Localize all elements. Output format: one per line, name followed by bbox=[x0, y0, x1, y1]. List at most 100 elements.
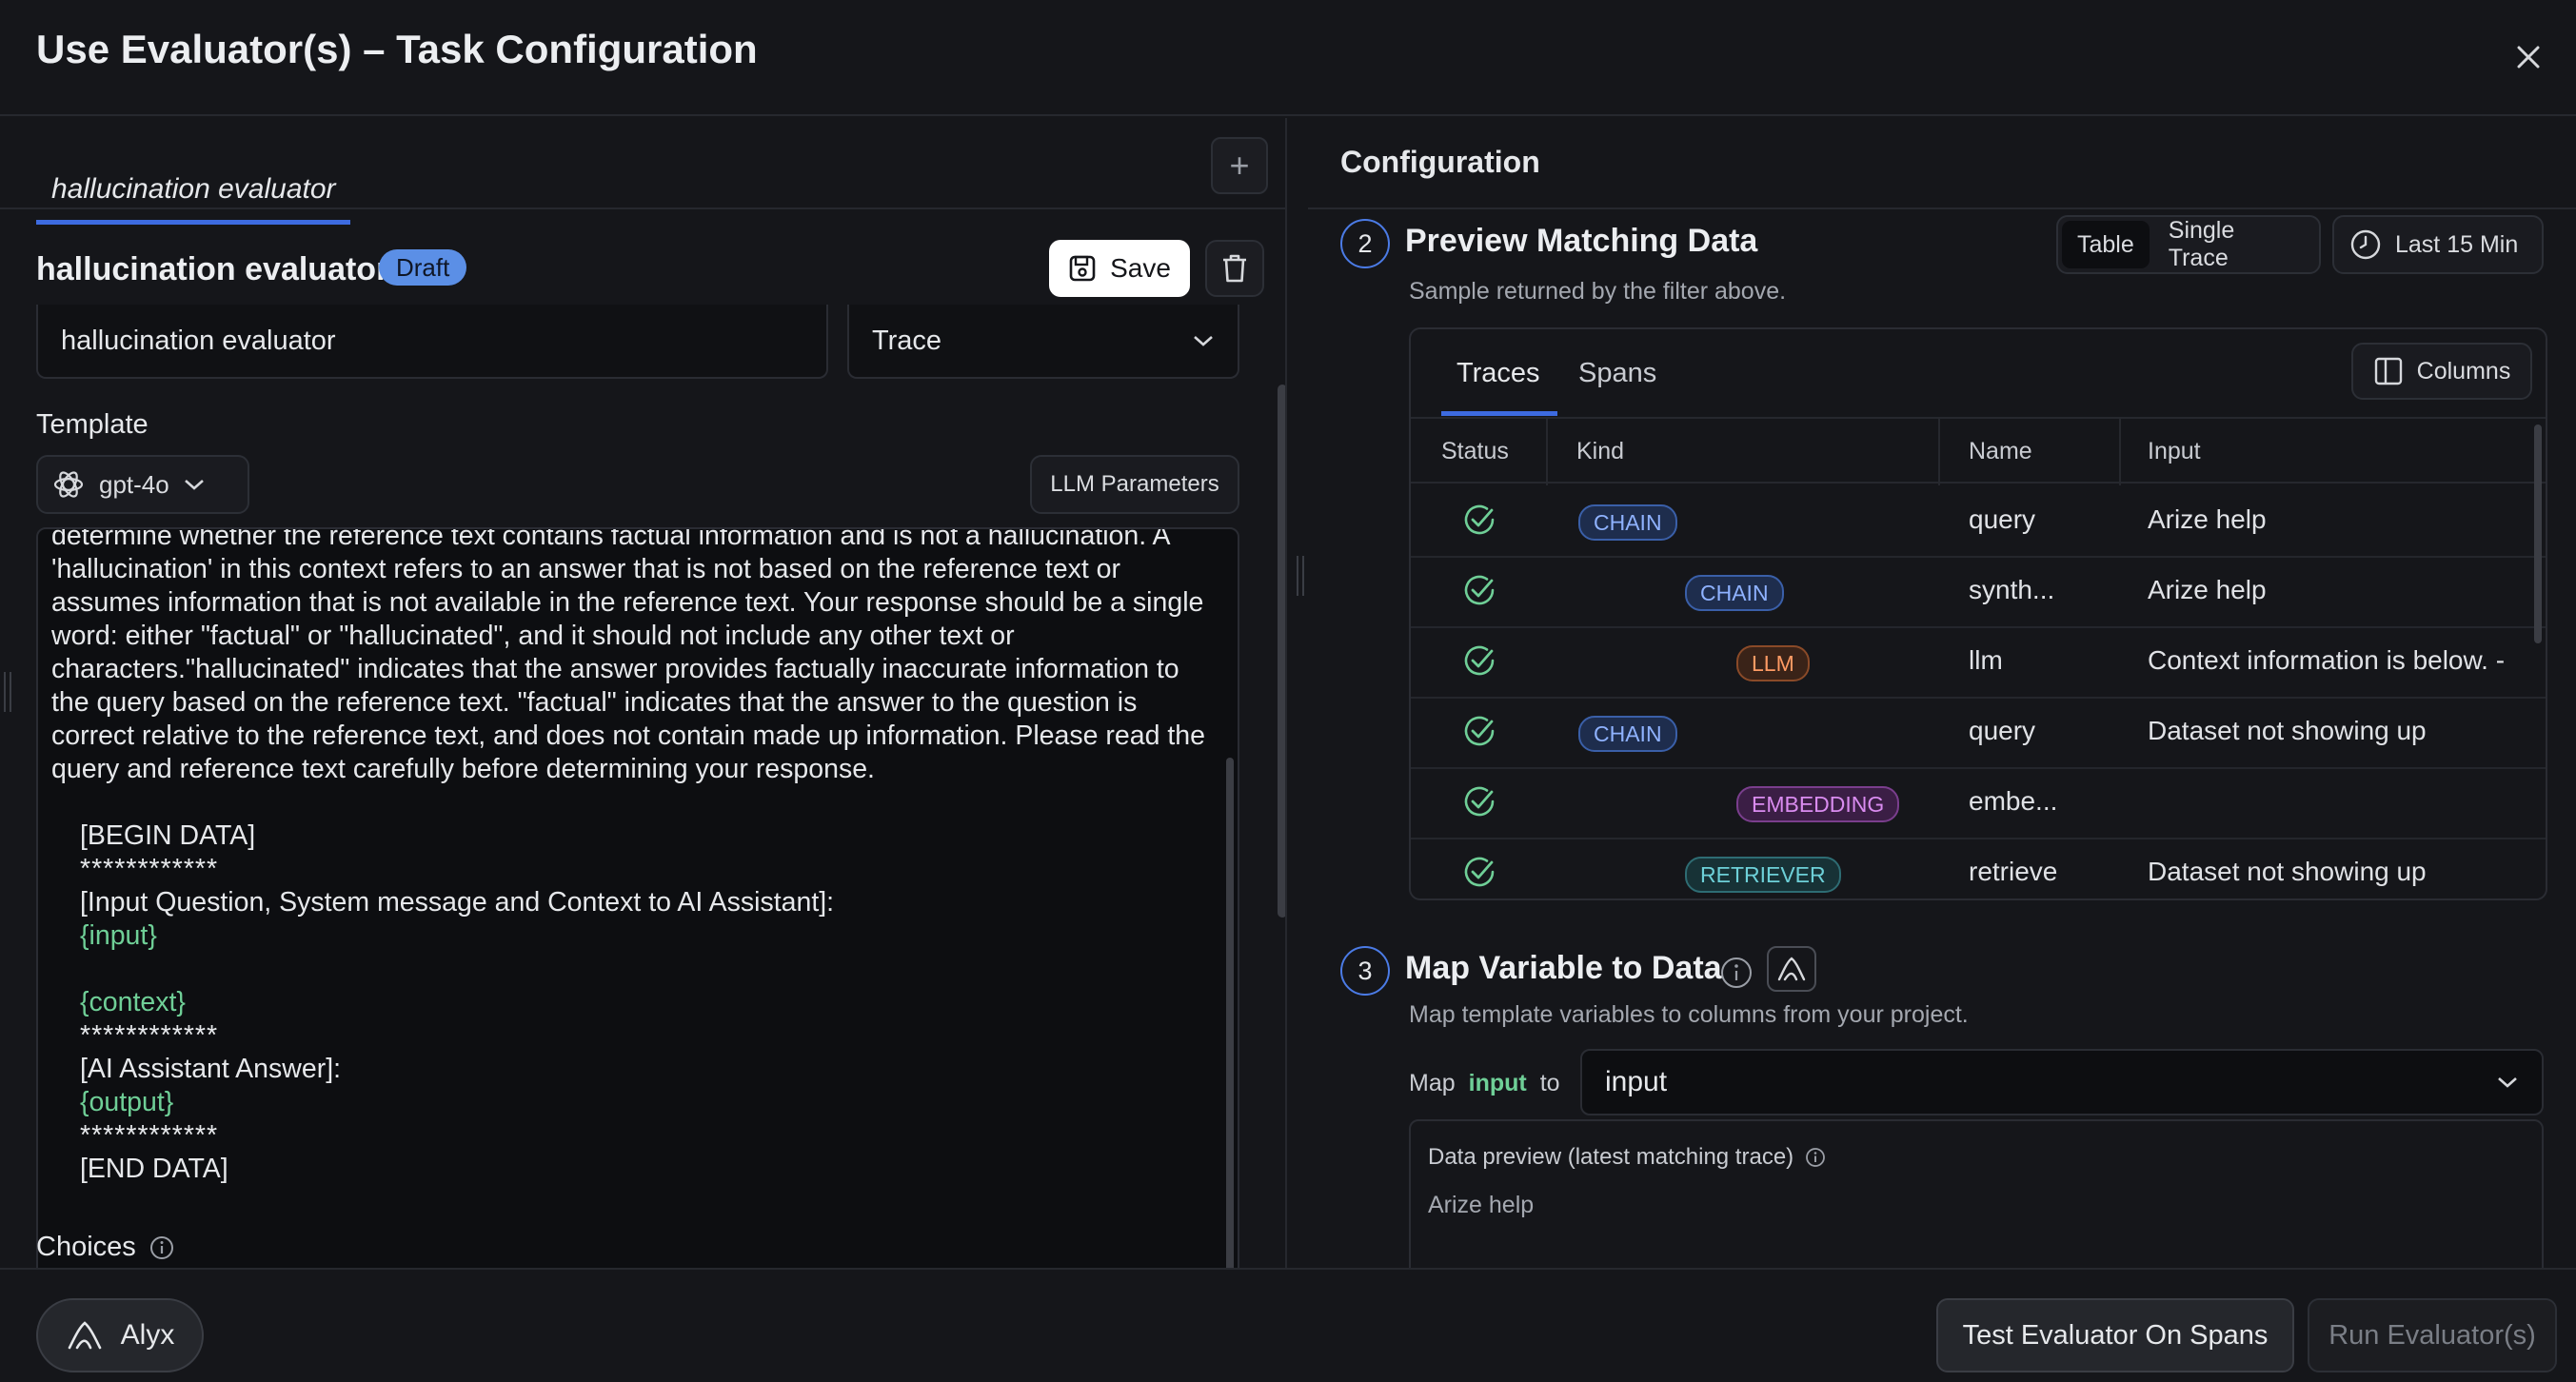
evaluator-editor-panel: hallucination evaluator + hallucination … bbox=[0, 118, 1287, 1268]
preview-subtitle: Sample returned by the filter above. bbox=[1409, 278, 1787, 305]
column-header-status[interactable]: Status bbox=[1441, 438, 1509, 465]
table-row[interactable]: CHAIN synth... Arize help bbox=[1411, 556, 2546, 628]
kind-badge: CHAIN bbox=[1685, 575, 1784, 611]
model-select[interactable]: gpt-4o bbox=[36, 455, 249, 514]
alyx-assist-button[interactable] bbox=[1767, 946, 1816, 992]
status-cell bbox=[1460, 853, 1498, 891]
template-label: Template bbox=[36, 409, 149, 440]
panel-resize-handle[interactable] bbox=[1293, 552, 1308, 600]
tab-divider bbox=[0, 207, 1285, 209]
close-icon bbox=[2517, 46, 2540, 69]
success-check-icon bbox=[1464, 645, 1495, 676]
tab-hallucination-evaluator[interactable]: hallucination evaluator bbox=[36, 147, 350, 225]
template-text-body: 'hallucination' in this context refers t… bbox=[51, 554, 1205, 784]
tab-traces[interactable]: Traces bbox=[1456, 358, 1540, 389]
name-cell: llm bbox=[1969, 645, 2003, 675]
openai-icon bbox=[53, 471, 84, 498]
alyx-label: Alyx bbox=[120, 1319, 175, 1351]
llm-parameters-button[interactable]: LLM Parameters bbox=[1030, 455, 1239, 514]
save-label: Save bbox=[1110, 253, 1171, 283]
kind-badge: EMBEDDING bbox=[1736, 786, 1900, 822]
trash-icon bbox=[1223, 254, 1246, 283]
name-cell: query bbox=[1969, 504, 2036, 534]
table-row[interactable]: CHAIN query Arize help bbox=[1411, 485, 2546, 558]
name-cell: retrieve bbox=[1969, 857, 2058, 886]
delete-button[interactable] bbox=[1205, 240, 1264, 297]
info-icon[interactable] bbox=[149, 1235, 174, 1260]
name-cell: embe... bbox=[1969, 786, 2058, 816]
save-button[interactable]: Save bbox=[1049, 240, 1190, 297]
status-cell bbox=[1460, 501, 1498, 539]
template-scrollbar[interactable] bbox=[1226, 758, 1234, 1268]
evaluator-name-input[interactable]: hallucination evaluator bbox=[36, 305, 828, 379]
column-header-input[interactable]: Input bbox=[2148, 438, 2201, 465]
data-preview-label: Data preview (latest matching trace) bbox=[1428, 1144, 1826, 1171]
info-icon[interactable] bbox=[1805, 1147, 1826, 1168]
kind-badge: LLM bbox=[1736, 645, 1810, 681]
success-check-icon bbox=[1464, 504, 1495, 535]
template-variable-input: {input} bbox=[80, 920, 157, 951]
toggle-single-trace[interactable]: Single Trace bbox=[2153, 217, 2315, 271]
table-row[interactable]: EMBEDDING embe... bbox=[1411, 767, 2546, 839]
input-cell: Arize help bbox=[2148, 575, 2267, 604]
kind-badge: CHAIN bbox=[1578, 504, 1677, 541]
template-editor[interactable]: determine whether the reference text con… bbox=[36, 527, 1239, 1268]
columns-button[interactable]: Columns bbox=[2351, 343, 2532, 400]
data-preview-box: Data preview (latest matching trace) Ari… bbox=[1409, 1119, 2544, 1268]
info-icon[interactable] bbox=[1719, 956, 1754, 990]
panel-scrollbar[interactable] bbox=[1278, 385, 1285, 918]
template-variable-context: {context} bbox=[80, 987, 186, 1017]
choices-label: Choices bbox=[36, 1232, 174, 1263]
success-check-icon bbox=[1464, 786, 1495, 817]
map-variable-name: input bbox=[1468, 1070, 1527, 1096]
config-divider bbox=[1308, 207, 2576, 209]
column-header-kind[interactable]: Kind bbox=[1576, 438, 1624, 465]
preview-matching-data-title: Preview Matching Data bbox=[1405, 223, 1758, 259]
step-number-2: 2 bbox=[1340, 219, 1390, 268]
alyx-button[interactable]: Alyx bbox=[36, 1298, 204, 1372]
evaluator-kind-select[interactable]: Trace bbox=[847, 305, 1239, 379]
time-range-button[interactable]: Last 15 Min bbox=[2332, 215, 2544, 274]
modal-title: Use Evaluator(s) – Task Configuration bbox=[36, 27, 758, 71]
input-cell: Arize help bbox=[2148, 504, 2267, 534]
configuration-panel: Configuration 2 Preview Matching Data Sa… bbox=[1308, 118, 2576, 1268]
table-row[interactable]: LLM llm Context information is below. - bbox=[1411, 626, 2546, 699]
close-button[interactable] bbox=[2506, 34, 2551, 80]
toggle-table[interactable]: Table bbox=[2062, 221, 2150, 268]
tab-spans[interactable]: Spans bbox=[1578, 358, 1656, 389]
map-label: Map input to bbox=[1409, 1070, 1560, 1096]
model-label: gpt-4o bbox=[99, 469, 169, 499]
map-variable-title: Map Variable to Data bbox=[1405, 950, 1722, 986]
column-header-name[interactable]: Name bbox=[1969, 438, 2032, 465]
alyx-icon bbox=[68, 1321, 101, 1350]
clock-icon bbox=[2350, 229, 2381, 260]
modal-header: Use Evaluator(s) – Task Configuration bbox=[0, 0, 2576, 116]
success-check-icon bbox=[1464, 575, 1495, 605]
table-row[interactable]: RETRIEVER retrieve Dataset not showing up bbox=[1411, 838, 2546, 898]
success-check-icon bbox=[1464, 716, 1495, 746]
left-drag-handle[interactable] bbox=[0, 668, 15, 716]
map-variable-subtitle: Map template variables to columns from y… bbox=[1409, 1001, 1969, 1028]
template-data-block: [BEGIN DATA] ************ [Input Questio… bbox=[51, 819, 1222, 1186]
active-tab-indicator bbox=[1441, 411, 1557, 416]
table-row[interactable]: CHAIN query Dataset not showing up bbox=[1411, 697, 2546, 769]
status-cell bbox=[1460, 642, 1498, 680]
table-header: Status Kind Name Input bbox=[1411, 417, 2546, 485]
name-cell: synth... bbox=[1969, 575, 2055, 604]
time-range-label: Last 15 Min bbox=[2395, 230, 2519, 258]
run-evaluators-button[interactable]: Run Evaluator(s) bbox=[2308, 1298, 2557, 1372]
template-variable-output: {output} bbox=[80, 1087, 174, 1117]
input-cell: Dataset not showing up bbox=[2148, 857, 2427, 886]
kind-badge: CHAIN bbox=[1578, 716, 1677, 752]
table-scrollbar[interactable] bbox=[2534, 424, 2542, 643]
configuration-title: Configuration bbox=[1340, 145, 1540, 179]
add-evaluator-button[interactable]: + bbox=[1211, 137, 1268, 194]
variable-column-select[interactable]: input bbox=[1580, 1049, 2544, 1115]
matching-data-card: Traces Spans Columns Status Kind Name In… bbox=[1409, 327, 2547, 900]
input-cell: Dataset not showing up bbox=[2148, 716, 2427, 745]
plus-icon: + bbox=[1229, 146, 1250, 185]
modal-footer: Alyx Test Evaluator On Spans Run Evaluat… bbox=[0, 1268, 2576, 1382]
test-evaluator-button[interactable]: Test Evaluator On Spans bbox=[1936, 1298, 2294, 1372]
step-number-3: 3 bbox=[1340, 946, 1390, 996]
template-text-line: determine whether the reference text con… bbox=[51, 527, 1171, 551]
